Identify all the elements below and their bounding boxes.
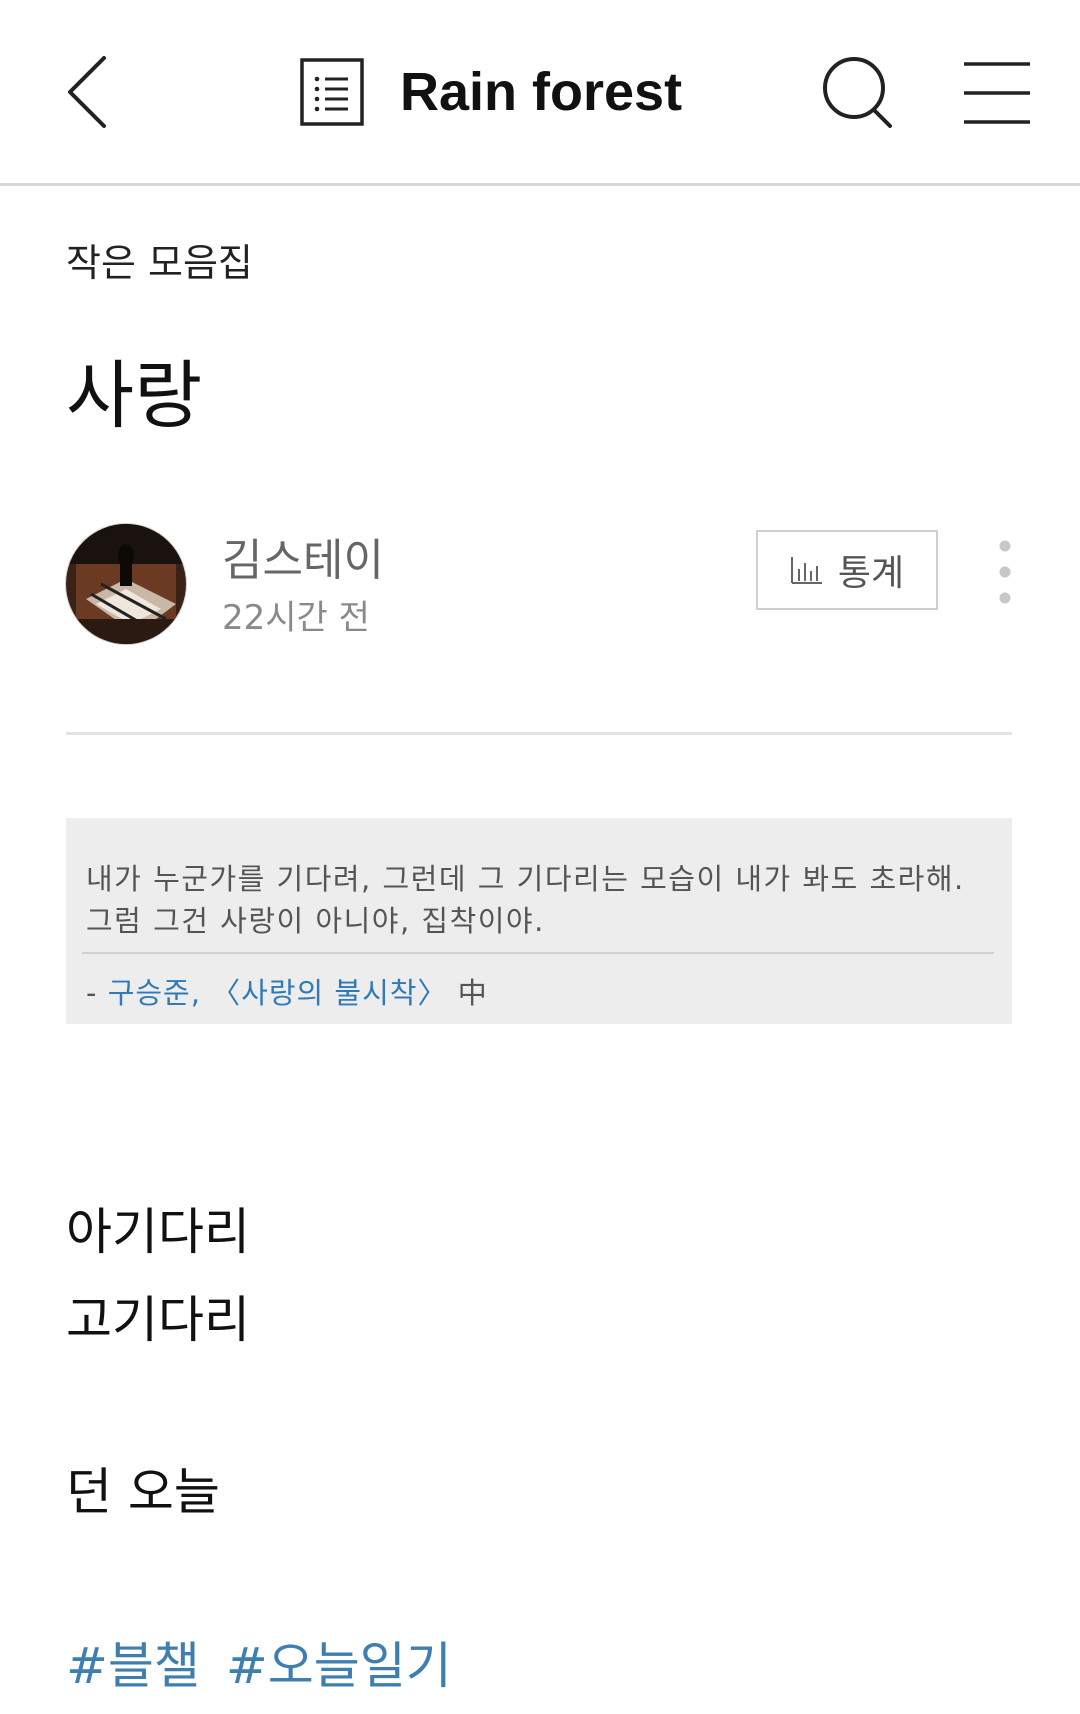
- quote-line-2: 그럼 그건 사랑이 아니야, 집착이야.: [86, 904, 545, 938]
- quote-book-link[interactable]: 〈사랑의 불시착〉: [211, 976, 447, 1010]
- search-icon: [823, 57, 892, 128]
- chevron-left-icon: [68, 56, 106, 128]
- quote-box: 내가 누군가를 기다려, 그런데 그 기다리는 모습이 내가 봐도 초라해. 그…: [66, 818, 1012, 1024]
- quote-author-link[interactable]: 구승준: [108, 976, 191, 1010]
- body-text-line: 고기다리: [66, 1291, 250, 1349]
- blog-title[interactable]: Rain forest: [400, 61, 682, 123]
- more-vertical-icon: [999, 540, 1011, 604]
- tag-list: #블챌 #오늘일기: [66, 1626, 452, 1698]
- menu-button[interactable]: [962, 60, 1032, 126]
- top-bar: Rain forest: [0, 0, 1080, 186]
- stats-button[interactable]: 통계: [756, 530, 938, 610]
- quote-source: - 구승준, 〈사랑의 불시착〉 中: [86, 970, 488, 1012]
- header-divider: [66, 732, 1012, 735]
- search-button[interactable]: [820, 54, 896, 130]
- tag-link[interactable]: #블챌: [66, 1626, 200, 1698]
- body-text-line: 아기다리: [66, 1203, 250, 1261]
- tag-link[interactable]: #오늘일기: [226, 1626, 452, 1698]
- post-category[interactable]: 작은 모음집: [66, 232, 253, 287]
- author-avatar[interactable]: [66, 524, 186, 644]
- post-time: 22시간 전: [222, 598, 370, 638]
- body-text-line: 던 오늘: [66, 1463, 220, 1521]
- quote-line-1: 내가 누군가를 기다려, 그런데 그 기다리는 모습이 내가 봐도 초라해.: [86, 862, 965, 896]
- author-name[interactable]: 김스테이: [222, 524, 384, 588]
- avatar-photo: [66, 524, 186, 644]
- quote-dash: -: [86, 976, 108, 1010]
- post-title: 사랑: [66, 353, 203, 439]
- quote-separator: ,: [190, 976, 212, 1010]
- quote-suffix: 中: [447, 976, 488, 1010]
- quote-divider: [82, 952, 994, 954]
- hamburger-menu-icon: [964, 62, 1030, 124]
- back-button[interactable]: [62, 52, 118, 132]
- bar-chart-icon: [790, 557, 822, 584]
- more-options-button[interactable]: [990, 538, 1020, 606]
- post-list-icon: [300, 58, 364, 126]
- blog-title-area[interactable]: Rain forest: [300, 54, 682, 130]
- stats-label: 통계: [837, 553, 905, 594]
